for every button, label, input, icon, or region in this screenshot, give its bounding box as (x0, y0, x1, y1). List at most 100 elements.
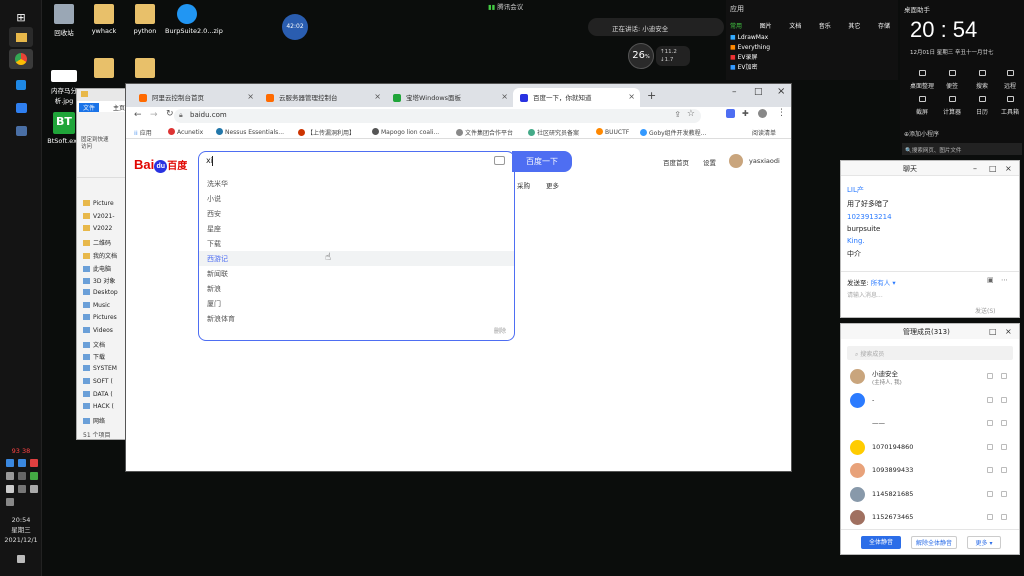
explorer-nav-item[interactable]: 二维码 (83, 238, 111, 247)
camera-icon[interactable] (1001, 373, 1007, 379)
nav-link[interactable]: 更多 (546, 180, 559, 190)
close-icon[interactable]: × (374, 92, 381, 101)
tray-icon[interactable] (6, 472, 14, 480)
search-icon[interactable] (979, 70, 986, 76)
explorer-nav-item[interactable]: Desktop (83, 288, 118, 296)
reload-icon[interactable]: ↻ (166, 109, 174, 119)
notification-icon[interactable] (17, 555, 25, 563)
nav-link[interactable]: 采购 (517, 180, 530, 190)
suggestion-item[interactable]: 下载 (199, 236, 514, 251)
tray-icon[interactable] (6, 485, 14, 493)
suggestion-item[interactable]: 厦门 (199, 296, 514, 311)
desktop-icon-burpsuite-zip[interactable]: BurpSuite2.0...zip (165, 4, 223, 35)
add-widget-link[interactable]: ⊕添加小程序 (904, 129, 939, 138)
desktop-icon-recycle-bin[interactable]: 回收站 (44, 4, 84, 37)
explorer-nav-item[interactable]: 3D 对象 (83, 276, 115, 285)
windows-start-icon[interactable]: ⊞ (9, 7, 33, 27)
profile-icon[interactable] (758, 109, 767, 118)
explorer-nav-item[interactable]: 我的文档 (83, 251, 117, 260)
close-icon[interactable]: × (628, 92, 635, 101)
bookmark-item[interactable]: 文件集团合作平台 (456, 128, 513, 137)
camera-icon[interactable] (1001, 514, 1007, 520)
ribbon-tab-file[interactable]: 文件 (79, 103, 100, 112)
calculator-icon[interactable] (949, 96, 956, 102)
explorer-nav-item[interactable]: 文档 (83, 340, 105, 349)
camera-icon[interactable] (1001, 467, 1007, 473)
bookmark-item[interactable]: 【上传漏洞利用】 (298, 128, 355, 137)
search-box[interactable]: xi 洗米华 小说 西安 星座 下载 西游记 新闻联 新浪 厦门 新浪体育 删除 (198, 151, 515, 341)
chat-input[interactable]: 请输入消息... (847, 290, 883, 299)
explorer-nav-item[interactable]: Picture (83, 200, 114, 207)
address-bar[interactable]: 🔒︎ baidu.com ⇪ ☆ (174, 109, 701, 123)
explorer-nav-item[interactable]: SOFT ( (83, 377, 113, 385)
more-icon[interactable]: ⋯ (1001, 276, 1008, 284)
tray-icon[interactable] (30, 485, 38, 493)
back-icon[interactable]: ← (134, 110, 142, 120)
camera-icon[interactable] (1001, 443, 1007, 450)
menu-icon[interactable]: ⋮ (777, 108, 786, 118)
taskbar-time[interactable]: 20:54 (0, 516, 42, 524)
desktop-icon-python[interactable]: python (125, 4, 165, 35)
tray-icon[interactable] (18, 459, 26, 467)
circle-widget[interactable]: 42:02 (282, 14, 308, 40)
quick-access-pin[interactable]: 固定到快速访问 (81, 137, 111, 151)
mute-all-button[interactable]: 全体静音 (861, 536, 901, 549)
explorer-nav-item[interactable]: Music (83, 301, 110, 309)
username[interactable]: yasxiaodi (749, 157, 780, 165)
suggestion-item[interactable]: 新浪体育 (199, 311, 514, 326)
close-icon[interactable]: × (501, 92, 508, 101)
close-window-button[interactable]: × (777, 86, 785, 97)
tab-baidu[interactable]: 百度一下，你就知道 × (513, 88, 640, 107)
extension-icon[interactable] (726, 109, 735, 118)
bookmark-item[interactable]: Acunetix (168, 128, 203, 136)
camera-icon[interactable] (1001, 396, 1007, 403)
explorer-nav-item[interactable]: Pictures (83, 314, 117, 321)
apps-tab[interactable]: 音乐 (819, 21, 831, 30)
app-item[interactable]: ■ Everything (730, 43, 770, 53)
explorer-nav-item[interactable]: DATA ( (83, 390, 113, 398)
baidu-logo[interactable]: Bai du 百度 (134, 157, 187, 173)
net-monitor[interactable]: 26% (628, 43, 654, 69)
pin-taskbar-icon[interactable] (9, 75, 33, 95)
apps-tab[interactable]: 常用 (730, 21, 742, 30)
tab-ecs-console[interactable]: 云服务器管理控制台 × (259, 88, 386, 107)
tray-icon[interactable] (18, 485, 26, 493)
explorer-nav-item[interactable]: Videos (83, 327, 113, 334)
member-search-input[interactable]: ⌕ 搜索成员 (847, 346, 1013, 360)
mic-icon[interactable] (987, 490, 993, 497)
member-row[interactable]: - (841, 390, 1019, 412)
bookmark-item[interactable]: BUUCTF (596, 128, 629, 136)
mic-icon[interactable] (987, 420, 993, 426)
apps-tab[interactable]: 图片 (760, 21, 772, 30)
folder-taskbar-icon[interactable] (9, 27, 33, 47)
apps-tab[interactable]: 其它 (848, 21, 860, 30)
tray-icon[interactable] (6, 459, 14, 467)
member-row[interactable]: 小迪安全 (主持人, 我) (841, 366, 1019, 388)
mic-icon[interactable] (987, 396, 993, 403)
forward-icon[interactable]: → (150, 110, 158, 120)
close-button[interactable]: × (1005, 164, 1012, 173)
mic-icon[interactable] (987, 373, 993, 379)
suggestion-item[interactable]: 小说 (199, 191, 514, 206)
explorer-nav-item[interactable]: 网络 (83, 416, 105, 425)
screenshot-icon[interactable] (919, 96, 926, 102)
note-icon[interactable] (949, 70, 956, 76)
bookmark-star-icon[interactable]: ☆ (687, 109, 695, 119)
camera-icon[interactable] (1001, 490, 1007, 497)
desktop-icon-ywhack[interactable]: ywhack (84, 4, 124, 35)
member-row[interactable]: 1070194860 (841, 437, 1019, 459)
ribbon-tab-home[interactable]: 主页 (113, 103, 125, 112)
bookmark-item[interactable]: Nessus Essentials... (216, 128, 284, 136)
member-row[interactable]: 1152673465 (841, 507, 1019, 529)
mic-icon[interactable] (987, 443, 993, 450)
tray-icon[interactable] (30, 459, 38, 467)
maximize-button[interactable]: □ (989, 327, 997, 336)
organize-icon[interactable] (919, 70, 926, 76)
app-item[interactable]: ■ LdrawMax (730, 33, 770, 43)
desktop-icon-folder[interactable] (84, 58, 124, 81)
meeting-taskbar-icon[interactable] (9, 98, 33, 118)
maximize-button[interactable]: □ (989, 164, 997, 173)
settings-link[interactable]: 设置 (703, 157, 716, 167)
member-row[interactable]: —— (841, 413, 1019, 435)
tab-bt-panel[interactable]: 宝塔Windows面板 × (386, 88, 513, 107)
